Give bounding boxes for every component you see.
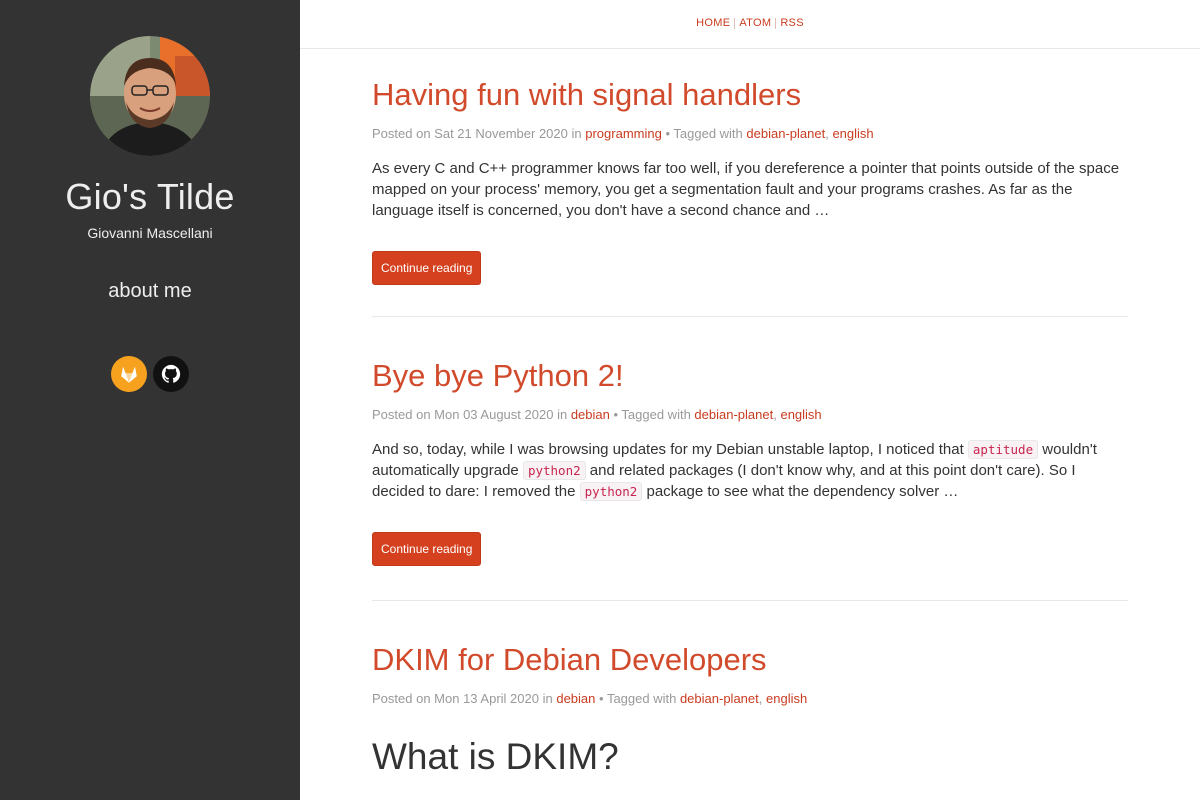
post-divider — [372, 316, 1128, 317]
gitlab-button[interactable] — [111, 356, 147, 392]
tag-link[interactable]: english — [766, 691, 807, 706]
post-date: Mon 03 August 2020 — [434, 407, 554, 423]
continue-reading-button[interactable]: Continue reading — [372, 251, 482, 286]
post-item: Having fun with signal handlers Posted o… — [372, 76, 1128, 286]
tag-separator: , — [758, 691, 763, 707]
avatar-image — [90, 36, 210, 156]
posted-on-label: Posted on — [372, 407, 431, 423]
inline-code: aptitude — [967, 440, 1039, 460]
tagged-with-label: • Tagged with — [613, 407, 691, 423]
category-link[interactable]: debian — [571, 407, 610, 422]
github-button[interactable] — [153, 356, 189, 392]
post-date: Mon 13 April 2020 — [434, 691, 539, 707]
post-meta: Posted on Sat 21 November 2020 in progra… — [372, 126, 1128, 141]
post-meta: Posted on Mon 03 August 2020 in debian •… — [372, 407, 1128, 422]
tag-link[interactable]: debian-planet — [680, 691, 759, 706]
site-title[interactable]: Gio's Tilde — [0, 176, 300, 218]
sidebar: Gio's Tilde Giovanni Mascellani about me — [0, 0, 300, 800]
nav-atom[interactable]: ATOM — [735, 17, 775, 29]
tagged-with-label: • Tagged with — [599, 691, 677, 707]
post-summary: And so, today, while I was browsing upda… — [372, 439, 1128, 502]
post-item: DKIM for Debian Developers Posted on Mon… — [372, 641, 1128, 706]
nav-home[interactable]: HOME — [692, 17, 734, 29]
site-subtitle: Giovanni Mascellani — [87, 225, 213, 241]
section-heading: What is DKIM? — [372, 736, 619, 777]
post-title[interactable]: Bye bye Python 2! — [372, 357, 1128, 394]
github-icon — [161, 364, 181, 383]
tag-link[interactable]: english — [832, 126, 873, 141]
summary-text: package to see what the dependency solve… — [642, 483, 959, 501]
post-item: Bye bye Python 2! Posted on Mon 03 Augus… — [372, 357, 1128, 567]
post-divider — [372, 600, 1128, 601]
avatar[interactable] — [90, 36, 210, 156]
post-date: Sat 21 November 2020 — [434, 126, 568, 142]
summary-text: And so, today, while I was browsing upda… — [372, 441, 968, 459]
gitlab-icon — [121, 366, 137, 383]
nav-rss[interactable]: RSS — [776, 17, 808, 29]
tag-separator: , — [773, 407, 777, 423]
in-label: in — [571, 126, 582, 142]
tag-separator: , — [825, 126, 829, 142]
tag-link[interactable]: debian-planet — [694, 407, 773, 422]
in-label: in — [557, 407, 568, 423]
category-link[interactable]: programming — [585, 126, 662, 141]
about-me-link[interactable]: about me — [0, 280, 300, 303]
tagged-with-label: • Tagged with — [665, 126, 743, 142]
posted-on-label: Posted on — [372, 691, 431, 707]
post-title[interactable]: Having fun with signal handlers — [372, 76, 1128, 113]
tag-link[interactable]: english — [780, 407, 821, 422]
social-links — [110, 356, 190, 392]
posted-on-label: Posted on — [372, 126, 431, 142]
category-link[interactable]: debian — [556, 691, 595, 706]
in-label: in — [542, 691, 553, 707]
continue-reading-button[interactable]: Continue reading — [372, 532, 482, 567]
post-summary: As every C and C++ programmer knows far … — [372, 160, 1120, 220]
top-nav: HOME ATOM RSS — [300, 0, 1200, 49]
tag-link[interactable]: debian-planet — [746, 126, 825, 141]
inline-code: python2 — [522, 461, 586, 481]
inline-code: python2 — [579, 482, 643, 502]
post-title[interactable]: DKIM for Debian Developers — [372, 641, 1128, 678]
post-meta: Posted on Mon 13 April 2020 in debian • … — [372, 691, 1128, 706]
